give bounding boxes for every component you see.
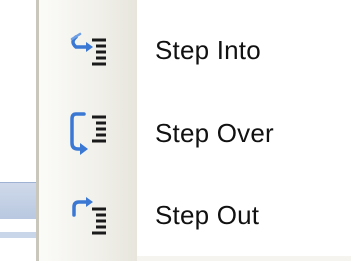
menu-item-label: Step Over — [155, 117, 274, 148]
background-toolbar — [0, 182, 36, 219]
menu-bottom-edge — [137, 256, 351, 261]
screen: Step Into Step Over Step Out — [0, 0, 351, 261]
background-strip — [0, 232, 36, 238]
menu-item-step-over[interactable]: Step Over — [39, 102, 351, 164]
menu-item-step-into[interactable]: Step Into — [39, 19, 351, 81]
step-out-icon — [39, 184, 137, 246]
background-window — [0, 0, 36, 261]
step-over-icon — [39, 102, 137, 164]
debug-step-menu: Step Into Step Over Step Out — [36, 0, 351, 261]
menu-item-label: Step Into — [155, 34, 261, 65]
step-into-icon — [39, 19, 137, 81]
menu-item-label: Step Out — [155, 199, 260, 230]
menu-item-step-out[interactable]: Step Out — [39, 184, 351, 246]
